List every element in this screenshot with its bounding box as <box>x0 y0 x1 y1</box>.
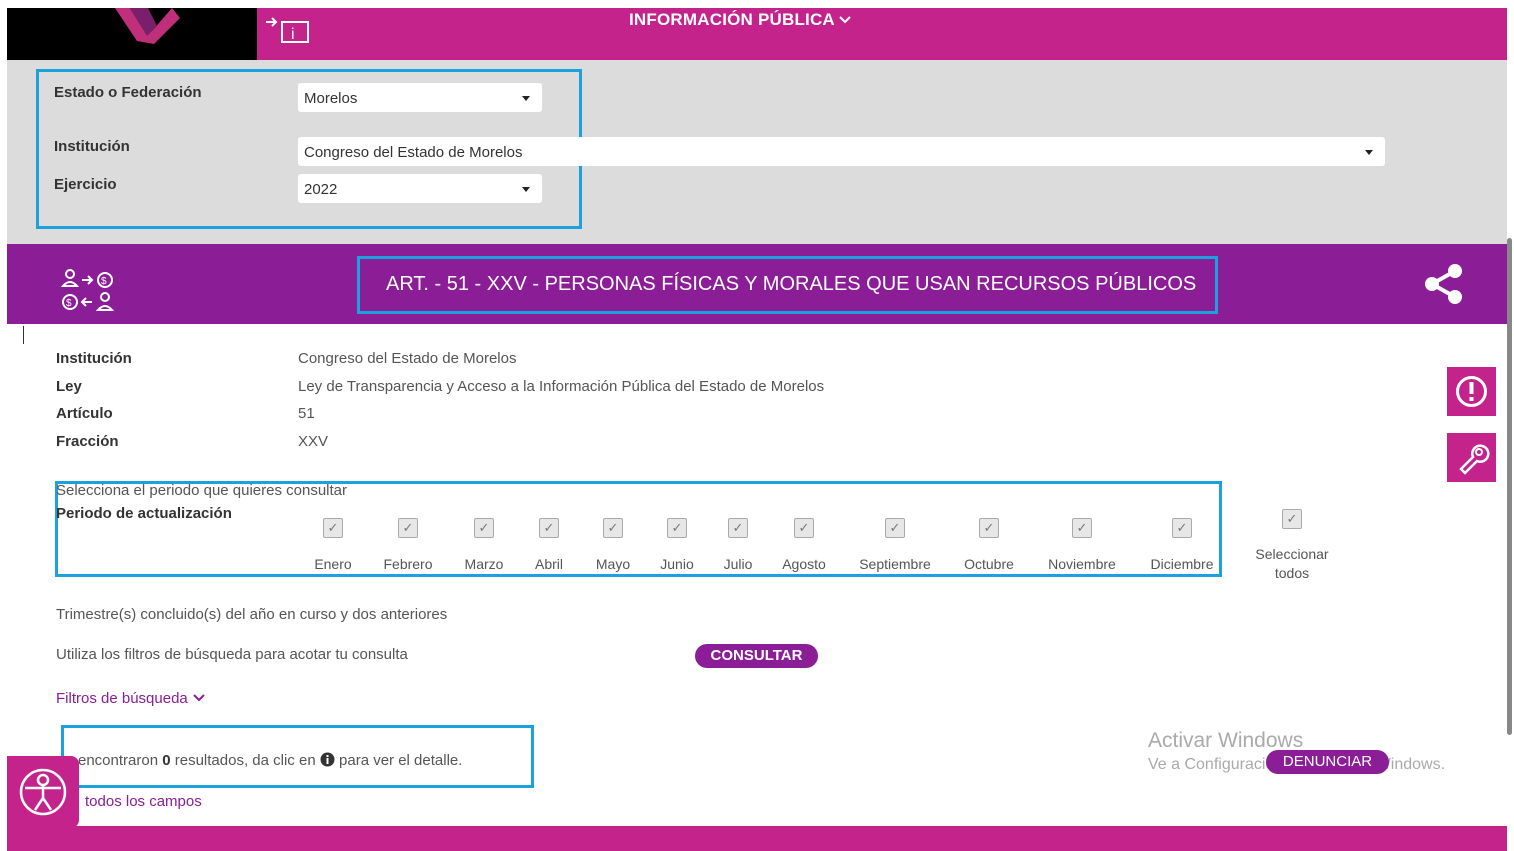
caret-down-icon <box>522 96 530 101</box>
share-icon[interactable] <box>1424 263 1464 305</box>
select-all-line2: todos <box>1274 565 1310 581</box>
estado-select[interactable]: Morelos <box>298 83 542 112</box>
estado-value: Morelos <box>304 90 358 107</box>
wrench-icon <box>1459 444 1490 475</box>
month-checkbox[interactable]: ✓ <box>603 518 623 538</box>
month-label: Diciembre <box>1150 556 1214 572</box>
select-all-line1: Seleccionar <box>1255 546 1329 562</box>
month-label: Agosto <box>782 556 826 572</box>
detail-label: Institución <box>56 350 132 367</box>
month-label: Septiembre <box>859 556 931 572</box>
consultar-button[interactable]: CONSULTAR <box>695 644 818 668</box>
logo-mark-icon <box>115 8 180 44</box>
month-label: Noviembre <box>1048 556 1116 572</box>
detail-label: Artículo <box>56 405 113 422</box>
tools-button[interactable] <box>1447 433 1496 482</box>
article-title: ART. - 51 - XXV - PERSONAS FÍSICAS Y MOR… <box>386 273 1197 295</box>
filters-hint: Utiliza los filtros de búsqueda para aco… <box>56 646 408 663</box>
institucion-select[interactable]: Congreso del Estado de Morelos <box>298 137 1385 166</box>
search-filters-label: Filtros de búsqueda <box>56 690 188 707</box>
institucion-value: Congreso del Estado de Morelos <box>304 144 523 161</box>
institucion-label: Institución <box>54 138 130 155</box>
results-suffix: para ver el detalle. <box>339 752 463 769</box>
select-all-checkbox[interactable]: ✓ <box>1282 509 1302 529</box>
svg-text:$: $ <box>101 276 107 287</box>
ejercicio-value: 2022 <box>304 181 338 198</box>
exchange-people-money-icon: $ $ <box>60 269 115 311</box>
login-info-icon[interactable]: i <box>262 12 316 44</box>
month-checkbox[interactable]: ✓ <box>979 518 999 538</box>
month-checkbox[interactable]: ✓ <box>1172 518 1192 538</box>
svg-text:$: $ <box>66 298 72 309</box>
month-checkbox[interactable]: ✓ <box>667 518 687 538</box>
results-prefix: encontraron <box>78 752 159 769</box>
month-checkbox[interactable]: ✓ <box>539 518 559 538</box>
scrollbar[interactable] <box>1507 238 1512 735</box>
month-checkbox[interactable]: ✓ <box>323 518 343 538</box>
month-checkbox[interactable]: ✓ <box>794 518 814 538</box>
detail-label: Ley <box>56 378 82 395</box>
text-cursor <box>23 326 24 344</box>
month-checkbox[interactable]: ✓ <box>728 518 748 538</box>
results-middle: resultados, da clic en <box>174 752 316 769</box>
detail-value: 51 <box>298 405 315 422</box>
results-count: 0 <box>162 752 171 769</box>
ejercicio-select[interactable]: 2022 <box>298 174 542 203</box>
public-info-menu[interactable]: INFORMACIÓN PÚBLICA <box>629 10 851 30</box>
month-checkbox[interactable]: ✓ <box>885 518 905 538</box>
month-checkbox[interactable]: ✓ <box>1072 518 1092 538</box>
ejercicio-label: Ejercicio <box>54 176 117 193</box>
estado-label: Estado o Federación <box>54 84 202 101</box>
alert-icon <box>1456 376 1487 407</box>
month-checkbox[interactable]: ✓ <box>474 518 494 538</box>
period-instruction: Selecciona el periodo que quieres consul… <box>56 482 348 499</box>
caret-down-icon <box>1365 150 1373 155</box>
month-checkbox[interactable]: ✓ <box>398 518 418 538</box>
detail-label: Fracción <box>56 433 119 450</box>
info-icon[interactable] <box>320 752 335 767</box>
chevron-down-icon <box>193 694 205 702</box>
detail-value: XXV <box>298 433 329 450</box>
alert-button[interactable] <box>1447 367 1496 416</box>
accessibility-icon <box>19 768 67 816</box>
caret-down-icon <box>522 187 530 192</box>
results-text: encontraron 0 resultados, da clic en par… <box>78 752 462 769</box>
denunciar-button[interactable]: DENUNCIAR <box>1266 750 1389 774</box>
logo[interactable] <box>7 8 257 60</box>
detail-value: Ley de Transparencia y Acceso a la Infor… <box>298 378 825 395</box>
chevron-down-icon <box>839 16 851 24</box>
trimestre-note: Trimestre(s) concluido(s) del año en cur… <box>56 606 448 623</box>
public-info-title: INFORMACIÓN PÚBLICA <box>629 10 835 29</box>
svg-text:i: i <box>291 26 295 43</box>
accessibility-button[interactable] <box>7 756 79 828</box>
month-label: Octubre <box>964 556 1014 572</box>
period-label: Periodo de actualización <box>56 505 232 522</box>
select-all-label: Seleccionar todos <box>1250 546 1334 581</box>
all-fields-link[interactable]: todos los campos <box>85 793 202 810</box>
search-filters-link[interactable]: Filtros de búsqueda <box>56 690 206 707</box>
detail-value: Congreso del Estado de Morelos <box>298 350 517 367</box>
footer-bar <box>7 826 1507 851</box>
